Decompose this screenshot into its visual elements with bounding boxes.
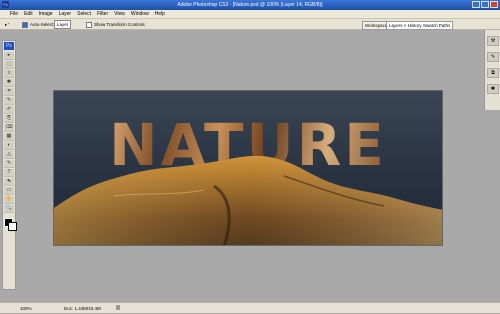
color-swatches[interactable] <box>3 217 17 231</box>
show-transform-checkbox[interactable] <box>86 21 92 28</box>
menu-file[interactable]: File <box>10 10 18 18</box>
menu-filter[interactable]: Filter <box>97 10 108 18</box>
move-tool-icon[interactable]: ▸ <box>4 52 14 60</box>
photoshop-logo-icon: Ps <box>2 1 9 8</box>
status-menu-arrow-icon[interactable] <box>116 305 120 310</box>
menu-view[interactable]: View <box>114 10 125 18</box>
type-tool-icon[interactable]: T <box>4 169 14 177</box>
menu-bar: File Edit Image Layer Select Filter View… <box>0 10 500 19</box>
menu-edit[interactable]: Edit <box>24 10 33 18</box>
toolbox: Ps ▸ ⬚ ℓ ✱ ⌗ ✎ ✐ ⎘ ⌫ ▦ ◐ ◬ ✎ T ⬉ ▭ ✋ 🔍 <box>2 40 17 290</box>
options-bar: ▸⁺ Auto-Select: Layer Show Transform Con… <box>0 19 500 30</box>
crop-tool-icon[interactable]: ⌗ <box>4 88 14 96</box>
eraser-tool-icon[interactable]: ⌫ <box>4 124 14 132</box>
menu-layer[interactable]: Layer <box>59 10 72 18</box>
document-canvas[interactable]: NATURE <box>53 90 443 246</box>
document-size: Doc: 1.44M/43.4M <box>64 306 101 311</box>
close-button[interactable] <box>490 1 498 8</box>
menu-window[interactable]: Window <box>131 10 149 18</box>
path-select-tool-icon[interactable]: ⬉ <box>4 178 14 186</box>
auto-select-label: Auto-Select: <box>30 22 55 27</box>
clone-source-palette-icon[interactable]: ⧉ <box>487 68 499 78</box>
rock-image <box>54 155 442 245</box>
shape-tool-icon[interactable]: ▭ <box>4 187 14 195</box>
ps-badge-icon: Ps <box>4 42 14 50</box>
navigator-palette-icon[interactable]: ⚒ <box>487 36 499 46</box>
title-bar: Ps Adobe Photoshop CS3 - [Nature.psd @ 1… <box>0 0 500 10</box>
minimize-button[interactable] <box>472 1 480 8</box>
brush-tool-icon[interactable]: ✎ <box>4 97 14 105</box>
hand-tool-icon[interactable]: ✋ <box>4 196 14 204</box>
pen-tool-icon[interactable]: ◬ <box>4 151 14 159</box>
window-title: Adobe Photoshop CS3 - [Nature.psd @ 100%… <box>177 2 323 8</box>
maximize-button[interactable] <box>481 1 489 8</box>
lasso-tool-icon[interactable]: ℓ <box>4 70 14 78</box>
brushes-palette-icon[interactable]: ✎ <box>487 52 499 62</box>
show-transform-label: Show Transform Controls <box>94 22 145 27</box>
palette-well[interactable]: Layers × History Swatch Paths <box>386 21 454 30</box>
clone-stamp-tool-icon[interactable]: ⎘ <box>4 115 14 123</box>
zoom-tool-icon[interactable]: 🔍 <box>4 205 14 213</box>
actions-palette-icon[interactable]: ✱ <box>487 84 499 94</box>
background-color[interactable] <box>8 222 17 231</box>
menu-select[interactable]: Select <box>77 10 91 18</box>
auto-select-checkbox[interactable] <box>22 21 28 28</box>
notes-tool-icon[interactable]: ✎ <box>4 160 14 168</box>
gradient-tool-icon[interactable]: ▦ <box>4 133 14 141</box>
right-dock: ⚒ ✎ ⧉ ✱ <box>484 30 500 110</box>
move-tool-icon[interactable]: ▸⁺ <box>5 19 10 30</box>
menu-help[interactable]: Help <box>155 10 165 18</box>
pencil-tool-icon[interactable]: ✐ <box>4 106 14 114</box>
auto-select-dropdown[interactable]: Layer <box>54 20 72 30</box>
dodge-tool-icon[interactable]: ◐ <box>4 142 14 150</box>
magic-wand-tool-icon[interactable]: ✱ <box>4 79 14 87</box>
zoom-level[interactable]: 100% <box>20 303 32 314</box>
status-bar: 100% Doc: 1.44M/43.4M <box>0 302 500 313</box>
menu-image[interactable]: Image <box>39 10 53 18</box>
marquee-tool-icon[interactable]: ⬚ <box>4 61 14 69</box>
